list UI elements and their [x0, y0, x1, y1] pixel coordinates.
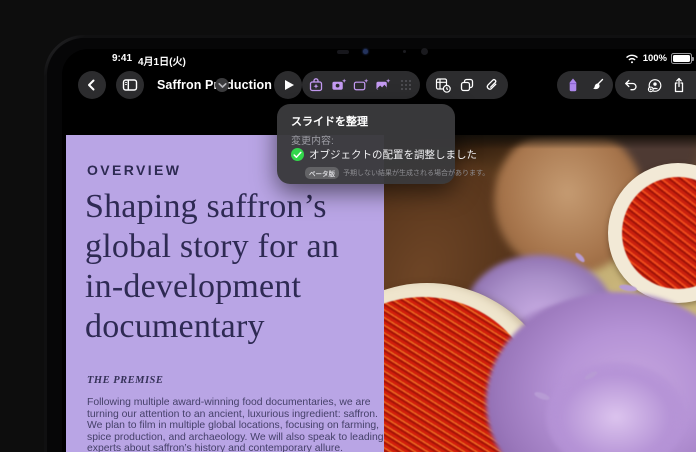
camera-sensor-icon [421, 48, 428, 55]
ai-camera-sparkle-icon[interactable] [331, 77, 347, 93]
slide-title-line: global story for an [85, 227, 339, 267]
slide-navigator-button[interactable] [116, 71, 144, 99]
draw-tools-group [557, 71, 613, 99]
scene: 9:41 4月1日(火) 100% [0, 0, 696, 452]
checkmark-icon [291, 148, 304, 161]
camera-lens-icon [363, 49, 368, 54]
grid-dots-icon[interactable] [398, 77, 414, 93]
play-button[interactable] [274, 71, 302, 99]
beta-note: 予期しない結果が生成される場合があります。 [343, 168, 489, 178]
slide-title-line: in-development [85, 267, 339, 307]
front-camera [337, 48, 447, 56]
format-brush-icon[interactable] [589, 77, 605, 93]
ipad-device: 9:41 4月1日(火) 100% [44, 35, 696, 452]
shapes-icon[interactable] [459, 77, 475, 93]
table-timer-icon[interactable] [435, 77, 451, 93]
popup-change-item: オブジェクトの配置を調整しました [291, 147, 477, 162]
battery-icon [671, 53, 692, 64]
slide-title[interactable]: Shaping saffron’s global story for an in… [85, 187, 339, 347]
tidy-slide-popup: スライドを整理 変更内容: オブジェクトの配置を調整しました ベータ版 予期しな… [277, 104, 455, 184]
insert-tools-group [426, 71, 508, 99]
play-icon [285, 80, 294, 90]
document-title-menu-button[interactable] [215, 78, 229, 92]
ipad-screen: 9:41 4月1日(火) 100% [62, 49, 696, 452]
slide-title-line: Shaping saffron’s [85, 187, 339, 227]
popup-changes-label: 変更内容: [291, 132, 334, 147]
wifi-icon [625, 53, 639, 64]
sidebar-icon [122, 78, 138, 92]
back-icon [85, 78, 99, 92]
slide-section-heading[interactable]: THE PREMISE [87, 375, 163, 386]
slide-body-text[interactable]: Following multiple award-winning food do… [87, 397, 387, 452]
popup-beta-row: ベータ版 予期しない結果が生成される場合があります。 [305, 167, 489, 179]
status-date: 4月1日(火) [138, 53, 186, 68]
ai-image-sparkle-icon[interactable] [375, 77, 391, 93]
chevron-down-icon [218, 82, 227, 89]
status-time: 9:41 [112, 53, 132, 64]
ai-toolbox-sparkle-icon[interactable] [308, 77, 324, 93]
paperclip-icon[interactable] [484, 77, 500, 93]
popup-change-text: オブジェクトの配置を調整しました [309, 147, 477, 162]
camera-sensor-icon [337, 50, 349, 54]
actions-group: … [615, 71, 696, 99]
slide-title-line: documentary [85, 307, 339, 347]
battery-percent: 100% [643, 53, 667, 64]
camera-sensor-icon [403, 50, 406, 53]
popup-title: スライドを整理 [291, 113, 368, 129]
share-icon[interactable] [671, 77, 687, 93]
back-button[interactable] [78, 71, 106, 99]
ipad-bezel: 9:41 4月1日(火) 100% [47, 38, 696, 452]
ai-tools-group [302, 71, 420, 99]
beta-badge: ベータ版 [305, 167, 339, 179]
ai-slide-sparkle-icon[interactable] [353, 77, 369, 93]
collaborate-icon[interactable] [647, 77, 663, 93]
crayon-icon[interactable] [565, 77, 581, 93]
undo-icon[interactable] [623, 77, 639, 93]
slide-eyebrow[interactable]: OVERVIEW [87, 162, 181, 178]
